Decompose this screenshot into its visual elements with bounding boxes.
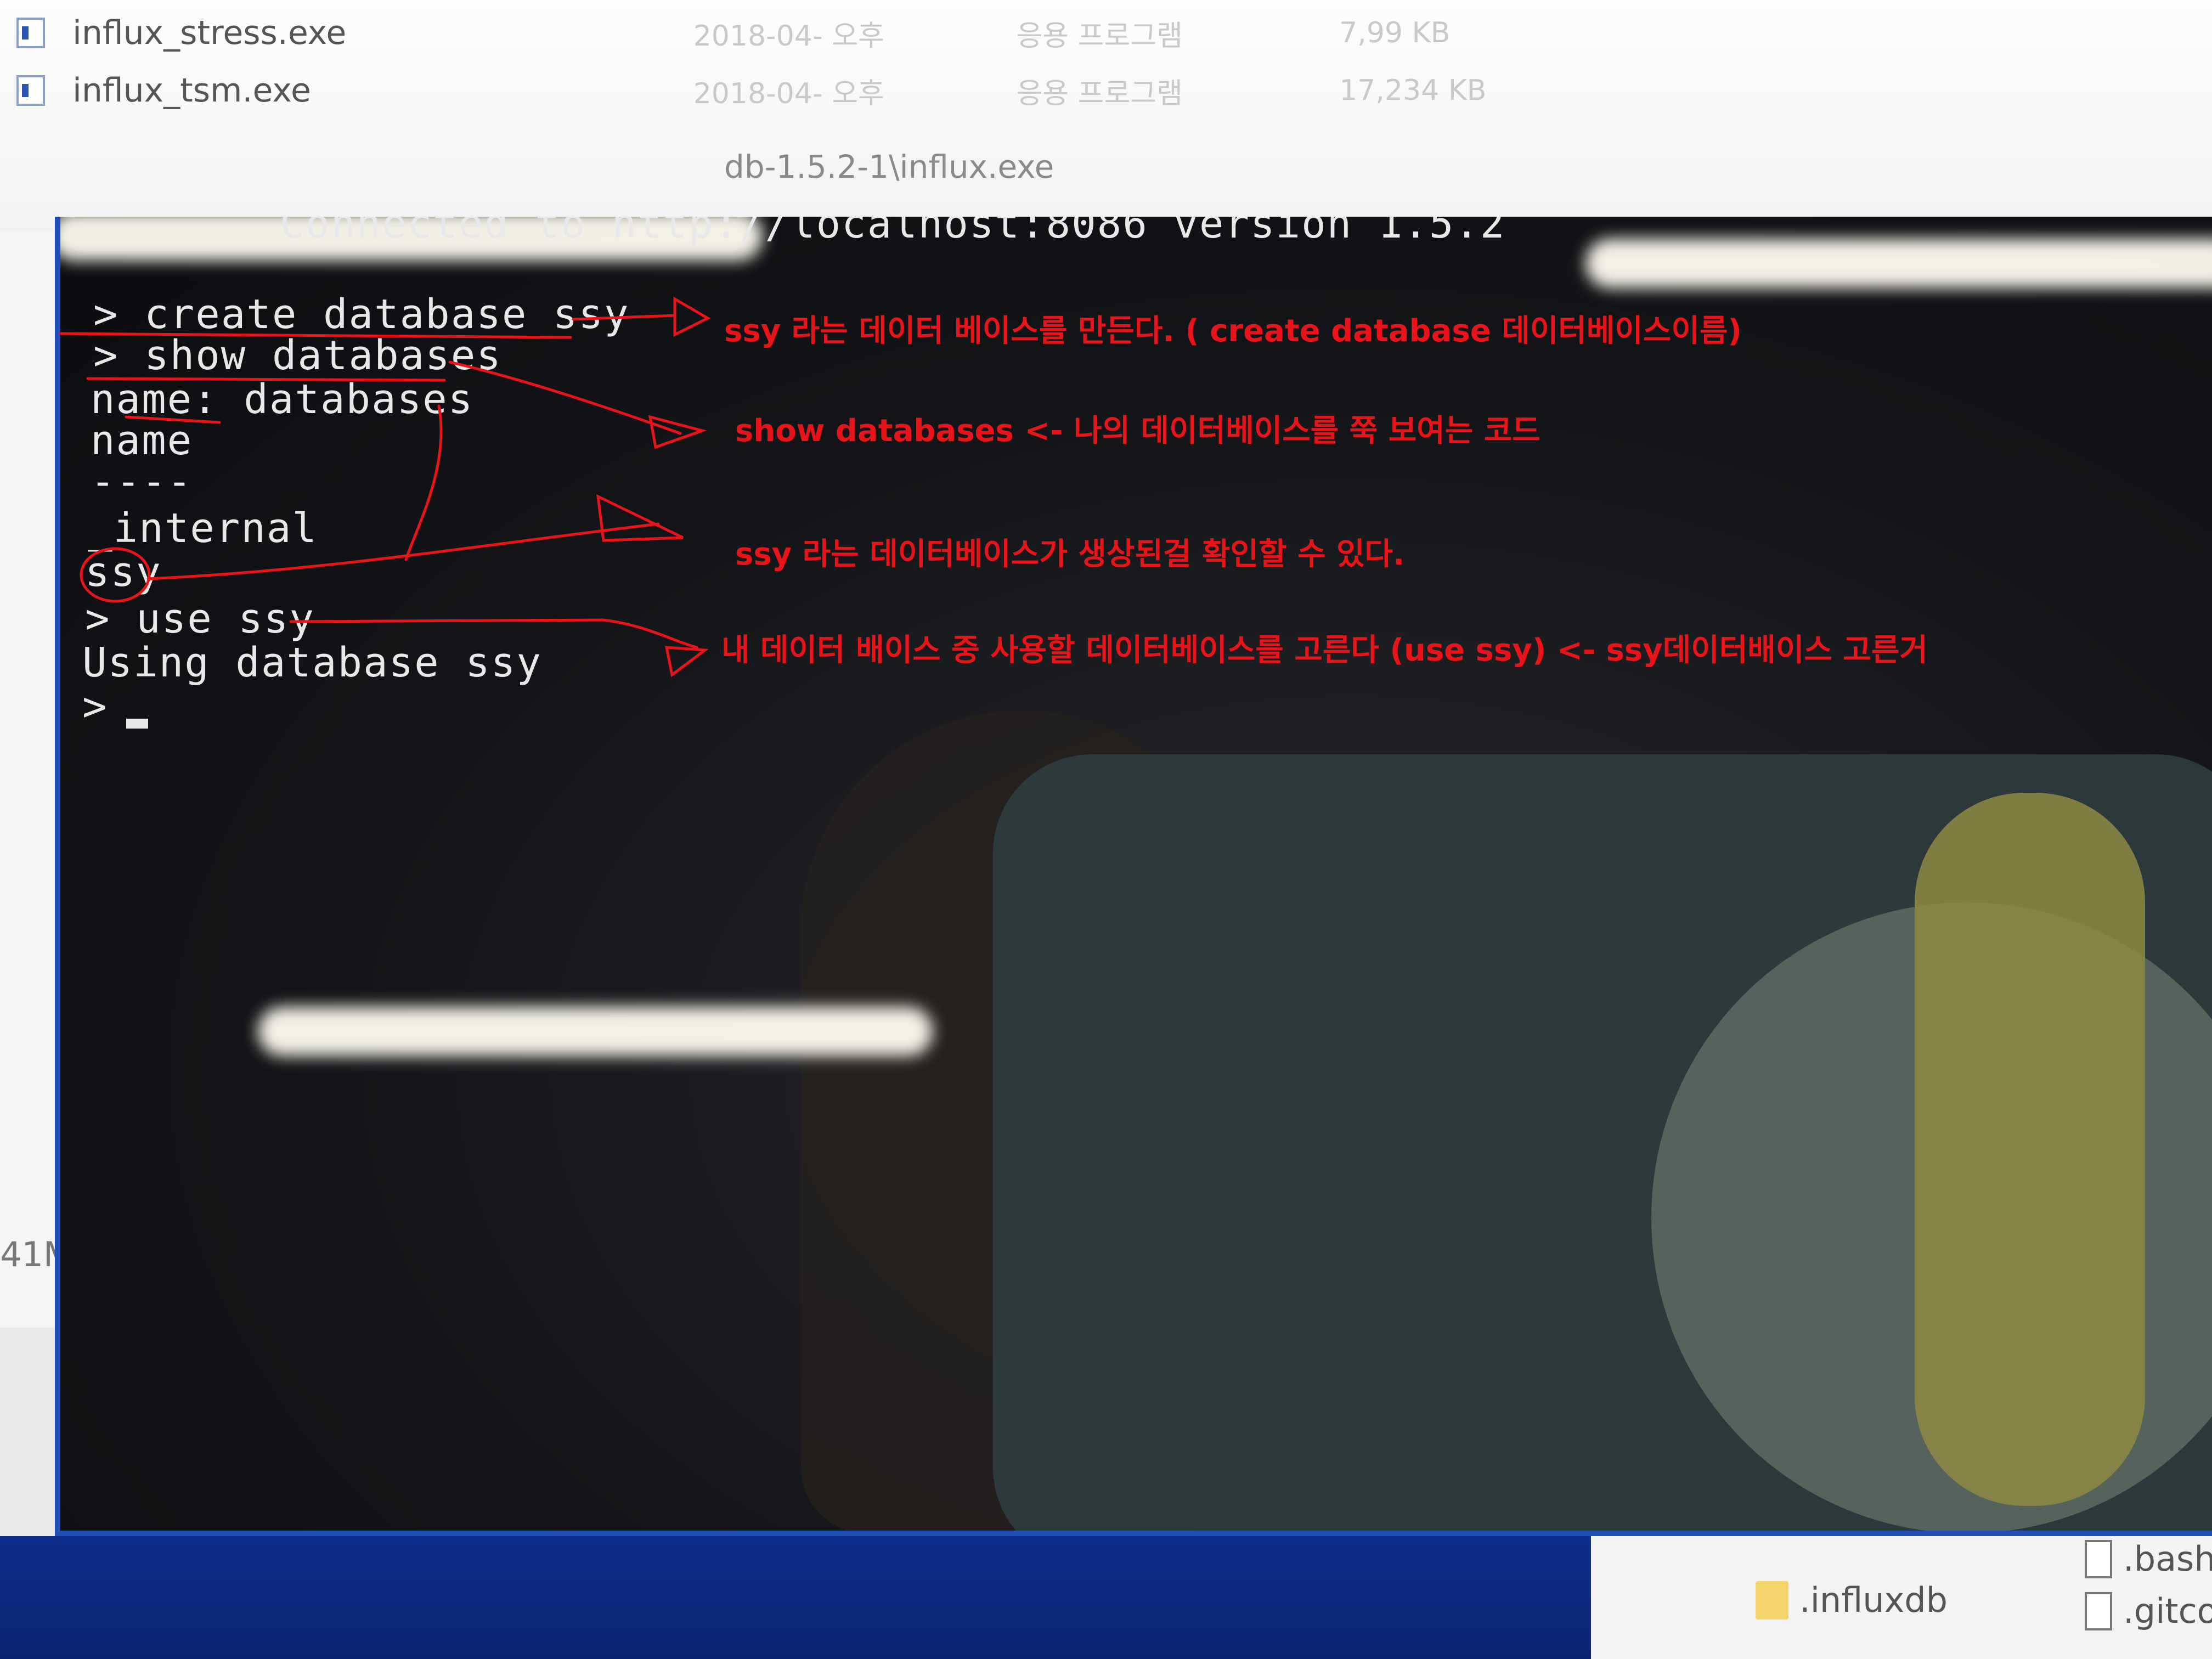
file-name: .gitco: [2123, 1591, 2212, 1631]
arrow-head-create: [673, 296, 711, 337]
circle-ssy: [80, 547, 151, 603]
arrow-head-use: [664, 646, 709, 678]
annotation-ssy-created: ssy 라는 데이터베이스가 생상된걸 확인할 수 있다.: [735, 537, 1405, 572]
underline-create: [59, 332, 572, 339]
annotation-show: show databases <- 나의 데이터베이스를 쭉 보여는 코드: [735, 413, 1541, 449]
annotation-marks: [59, 296, 711, 678]
file-icon: [2085, 1539, 2112, 1578]
arrow-line-show: [448, 360, 682, 435]
bracket-line: [404, 404, 443, 561]
bottom-explorer-window: .influxdb .bash_ .gitco: [1591, 1536, 2212, 1659]
arrow-line-use: [289, 618, 698, 649]
underline-show: [86, 377, 446, 382]
arrow-head-ssy: [596, 494, 684, 542]
file-icon: [2085, 1592, 2112, 1630]
file-item[interactable]: .bash_: [2085, 1539, 2212, 1579]
underline-name: [125, 415, 221, 424]
folder-icon: [1756, 1581, 1788, 1620]
annotation-use: 내 데이터 배이스 중 사용할 데이터베이스를 고른다 (use ssy) <-…: [721, 633, 1928, 668]
folder-name: .influxdb: [1799, 1580, 1948, 1620]
file-item[interactable]: .gitco: [2085, 1591, 2212, 1631]
arrow-line-create: [572, 314, 676, 321]
annotation-create: ssy 라는 데이터 베이스를 만든다. ( create database 데…: [724, 313, 1742, 349]
folder-item[interactable]: .influxdb: [1756, 1580, 1948, 1620]
taskbar[interactable]: [0, 1536, 1591, 1659]
file-name: .bash_: [2123, 1539, 2212, 1579]
arrow-line-ssy: [146, 522, 660, 580]
